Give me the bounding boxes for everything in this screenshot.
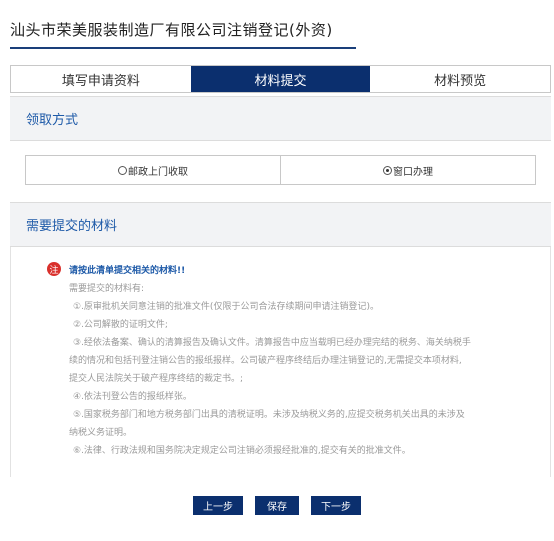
prev-step-button[interactable]: 上一步	[193, 496, 243, 515]
materials-list: 需要提交的材料有: ①.原审批机关同意注销的批准文件(仅限于公司合法存续期间申请…	[69, 280, 539, 460]
step-tabs: 填写申请资料 材料提交 材料预览	[10, 65, 551, 93]
content-left-border	[10, 247, 11, 477]
section-materials-heading: 需要提交的材料	[26, 219, 118, 234]
material-item-5: ⑤.国家税务部门和地方税务部门出具的清税证明。未涉及纳税义务的,应提交税务机关出…	[73, 410, 465, 420]
pickup-option-postal[interactable]: 邮政上门收取	[26, 156, 280, 184]
material-item-3-cont2: 提交人民法院关于破产程序终结的裁定书。;	[69, 374, 244, 384]
pickup-option-postal-label: 邮政上门收取	[128, 166, 188, 178]
tab-submit-materials[interactable]: 材料提交	[190, 66, 371, 92]
radio-postal[interactable]	[118, 165, 127, 175]
page-title: 汕头市荣美服装制造厂有限公司注销登记(外资)	[10, 21, 333, 39]
section-pickup-heading: 领取方式	[26, 113, 79, 128]
material-item-6: ⑥.法律、行政法规和国务院决定规定公司注销必须报经批准的,提交有关的批准文件。	[73, 446, 411, 456]
material-item-4: ④.依法刊登公告的报纸样张。	[73, 392, 192, 402]
material-item-1: ①.原审批机关同意注销的批准文件(仅限于公司合法存续期间申请注销登记)。	[73, 302, 379, 312]
material-item-3: ③.经依法备案、确认的清算报告及确认文件。清算报告中应当载明已经办理完结的税务、…	[73, 338, 471, 348]
section-pickup-method: 领取方式	[10, 96, 551, 141]
material-item-2: ②.公司解散的证明文件;	[73, 320, 168, 330]
title-underline	[10, 47, 356, 49]
tab-fill-application[interactable]: 填写申请资料	[11, 66, 191, 92]
materials-notice: 注 请按此清单提交相关的材料!!	[47, 262, 185, 276]
material-item-3-cont: 续的情况和包括刊登注销公告的报纸报样。公司破产程序终结后办理注销登记的,无需提交…	[69, 356, 462, 366]
pickup-option-window[interactable]: 窗口办理	[280, 156, 535, 184]
radio-window[interactable]	[383, 165, 392, 175]
materials-intro: 需要提交的材料有:	[69, 284, 145, 294]
tab-preview-materials[interactable]: 材料预览	[370, 66, 550, 92]
material-item-5-cont: 纳税义务证明。	[69, 428, 133, 438]
action-buttons: 上一步 保存 下一步	[0, 496, 554, 515]
save-button[interactable]: 保存	[255, 496, 299, 515]
pickup-method-options: 邮政上门收取 窗口办理	[25, 155, 536, 185]
section-required-materials: 需要提交的材料	[10, 202, 551, 247]
pickup-option-window-label: 窗口办理	[393, 166, 433, 178]
next-step-button[interactable]: 下一步	[311, 496, 361, 515]
content-right-border	[550, 247, 551, 477]
notice-badge-icon: 注	[47, 262, 61, 276]
notice-text: 请按此清单提交相关的材料!!	[69, 265, 186, 276]
